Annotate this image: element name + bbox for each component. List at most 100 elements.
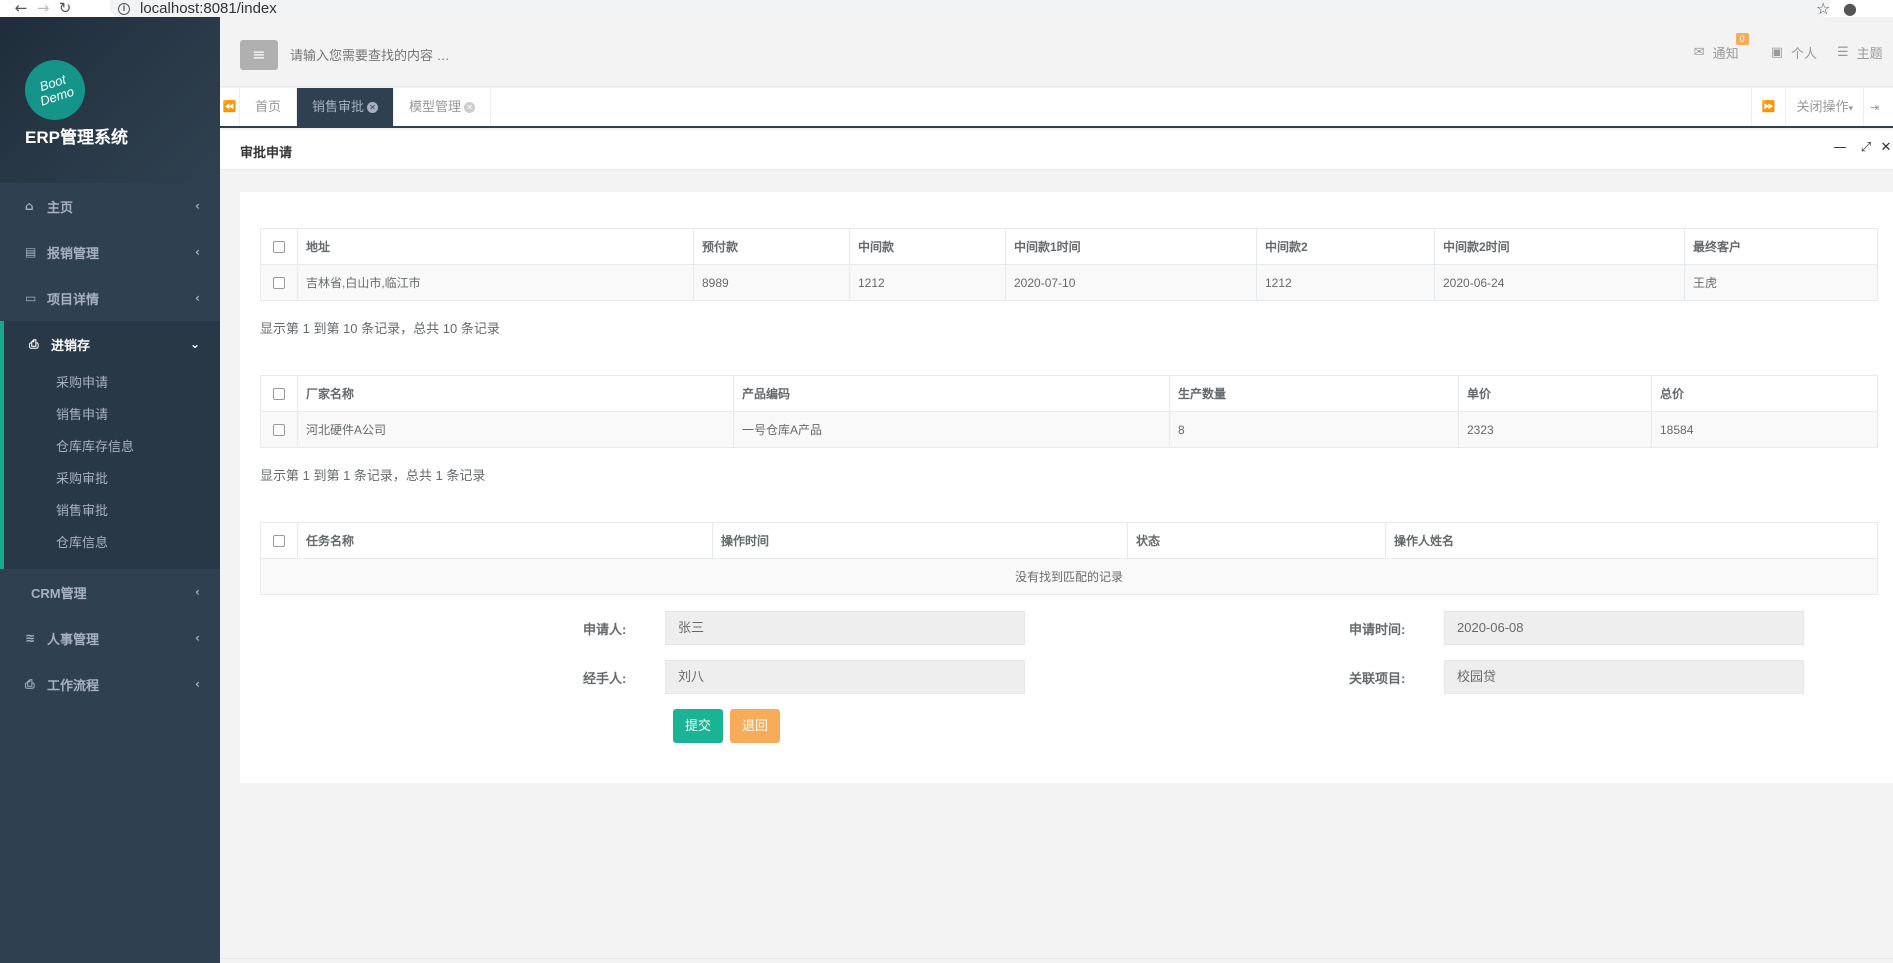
sidebar-item-project[interactable]: ▭ 项目详情 ‹: [0, 275, 220, 321]
sidebar-item-hr[interactable]: ≋ 人事管理 ‹: [0, 615, 220, 661]
tab-label: 模型管理: [409, 99, 462, 114]
tabs: 首页 销售审批 ✕ 模型管理 ✕: [240, 88, 492, 126]
sidebar-item-home[interactable]: ⌂ 主页 ‹: [0, 183, 220, 229]
handler-field[interactable]: 刘八: [665, 660, 1025, 694]
menu-toggle-button[interactable]: ≡: [240, 40, 278, 70]
project-label: 关联项目:: [1349, 671, 1406, 686]
address-bar[interactable]: i localhost:8081/index: [110, 0, 1830, 17]
sidebar-item-label: 人事管理: [47, 631, 100, 647]
column-header[interactable]: 操作时间: [712, 522, 1128, 559]
table-row: 没有找到匹配的记录: [260, 558, 1878, 595]
column-header[interactable]: 任务名称: [297, 522, 713, 559]
sidebar-item-label: 主页: [47, 199, 74, 215]
table-cell: 一号仓库A产品: [733, 411, 1170, 448]
pagination-info: 显示第 1 到第 1 条记录，总共 1 条记录: [260, 468, 486, 483]
info-icon[interactable]: i: [118, 2, 130, 15]
panel-header: 审批申请 — ⤢ ✕: [220, 130, 1893, 170]
submenu-warehouse-info[interactable]: 仓库信息: [4, 527, 220, 559]
table-header-row: 地址 预付款 中间款 中间款1时间 中间款2 中间款2时间 最终客户: [260, 228, 1878, 265]
submenu-sales-approval[interactable]: 销售审批: [4, 495, 220, 527]
sidebar-item-crm[interactable]: CRM管理 ‹: [0, 569, 220, 615]
table-cell: 王虎: [1684, 264, 1878, 301]
column-header[interactable]: 最终客户: [1684, 228, 1878, 265]
tab-model-management[interactable]: 模型管理 ✕: [394, 88, 492, 126]
print-icon: ⎙: [25, 676, 35, 691]
apply-time-field[interactable]: 2020-06-08: [1444, 611, 1804, 645]
tab-label: 销售审批: [312, 99, 365, 114]
sidebar-item-reimbursement[interactable]: ▤ 报销管理 ‹: [0, 229, 220, 275]
close-icon[interactable]: ✕: [464, 102, 476, 114]
select-all-checkbox[interactable]: [260, 375, 298, 412]
sidebar-menu: ⌂ 主页 ‹ ▤ 报销管理 ‹ ▭ 项目详情 ‹ ⎙ 进销存 ⌄: [0, 183, 220, 367]
table-row[interactable]: 河北硬件A公司 一号仓库A产品 8 2323 18584: [260, 411, 1878, 448]
sidebar-item-label: 工作流程: [47, 677, 100, 693]
column-header[interactable]: 总价: [1651, 375, 1878, 412]
table-cell: 8989: [693, 264, 850, 301]
panel-tools: — ⤢ ✕: [1827, 140, 1893, 155]
return-button[interactable]: 退回: [730, 709, 781, 743]
top-links: ✉ 通知 0 ▣ 个人 ☰ 主题: [1694, 17, 1893, 87]
column-header[interactable]: 厂家名称: [297, 375, 734, 412]
expand-icon[interactable]: ⤢: [1853, 140, 1879, 155]
submenu-purchase-approval[interactable]: 采购审批: [4, 463, 220, 495]
sidebar: Boot Demo ERP管理系统 ⌂ 主页 ‹ ▤ 报销管理 ‹ ▭ 项目详情…: [0, 17, 220, 963]
table-header-row: 厂家名称 产品编码 生产数量 单价 总价: [260, 375, 1878, 412]
envelope-icon: ✉: [1693, 44, 1705, 60]
back-arrow-icon[interactable]: ←: [10, 0, 32, 17]
sidebar-menu-lower: CRM管理 ‹ ≋ 人事管理 ‹ ⎙ 工作流程 ‹: [0, 569, 220, 707]
search-input[interactable]: [290, 42, 790, 68]
sidebar-item-label: 项目详情: [47, 291, 100, 307]
table-header-row: 任务名称 操作时间 状态 操作人姓名: [260, 522, 1878, 559]
tab-scroll-right-button[interactable]: ⏩: [1750, 88, 1786, 126]
column-header[interactable]: 操作人姓名: [1385, 522, 1878, 559]
row-checkbox[interactable]: [260, 411, 298, 448]
submenu-sales-apply[interactable]: 销售申请: [4, 399, 220, 431]
column-header[interactable]: 生产数量: [1169, 375, 1459, 412]
id-card-icon: ▣: [1770, 44, 1783, 60]
star-icon[interactable]: ☆: [1816, 0, 1830, 17]
submit-button[interactable]: 提交: [673, 709, 724, 743]
apply-time-label: 申请时间:: [1349, 622, 1406, 637]
table-cell: 1212: [849, 264, 1006, 301]
forward-arrow-icon[interactable]: →: [32, 0, 54, 17]
close-operations-dropdown[interactable]: 关闭操作▾: [1785, 88, 1863, 126]
handler-label: 经手人:: [583, 671, 627, 686]
table-cell: 2323: [1458, 411, 1652, 448]
theme-link[interactable]: ☰ 主题: [1837, 43, 1893, 62]
product-table: 厂家名称 产品编码 生产数量 单价 总价 河北硬件A公司 一号仓库A产品 8 2…: [260, 375, 1878, 448]
project-field[interactable]: 校园贷: [1444, 660, 1804, 694]
notify-link[interactable]: ✉ 通知 0: [1693, 32, 1749, 62]
list-icon: ☰: [1837, 44, 1849, 60]
inventory-submenu: 采购申请 销售申请 仓库库存信息 采购审批 销售审批 仓库信息: [0, 367, 220, 569]
column-header[interactable]: 中间款: [849, 228, 1006, 265]
column-header[interactable]: 中间款2: [1256, 228, 1435, 265]
submenu-purchase-apply[interactable]: 采购申请: [4, 367, 220, 399]
submenu-warehouse-stock[interactable]: 仓库库存信息: [4, 431, 220, 463]
column-header[interactable]: 单价: [1458, 375, 1652, 412]
select-all-checkbox[interactable]: [260, 228, 298, 265]
column-header[interactable]: 地址: [297, 228, 694, 265]
column-header[interactable]: 中间款2时间: [1434, 228, 1685, 265]
tab-home[interactable]: 首页: [240, 88, 298, 126]
table-row[interactable]: 吉林省,白山市,临江市 8989 1212 2020-07-10 1212 20…: [260, 264, 1878, 301]
tab-sales-approval[interactable]: 销售审批 ✕: [297, 88, 395, 126]
personal-link[interactable]: ▣ 个人: [1771, 43, 1817, 62]
chevron-left-icon: ‹: [195, 291, 200, 305]
close-icon[interactable]: ✕: [1879, 140, 1893, 155]
minimize-icon[interactable]: —: [1827, 140, 1853, 155]
row-checkbox[interactable]: [260, 264, 298, 301]
logout-button[interactable]: ⇥退: [1863, 88, 1893, 126]
sidebar-item-workflow[interactable]: ⎙ 工作流程 ‹: [0, 661, 220, 707]
url-text: localhost:8081/index: [140, 0, 277, 17]
sidebar-item-inventory[interactable]: ⎙ 进销存 ⌄: [0, 321, 220, 367]
tab-scroll-left-button[interactable]: ⏪: [220, 88, 240, 126]
column-header[interactable]: 预付款: [693, 228, 850, 265]
column-header[interactable]: 产品编码: [733, 375, 1170, 412]
column-header[interactable]: 状态: [1127, 522, 1386, 559]
close-icon[interactable]: ✕: [367, 102, 379, 114]
column-header[interactable]: 中间款1时间: [1005, 228, 1257, 265]
select-all-checkbox[interactable]: [260, 522, 298, 559]
account-icon[interactable]: ●: [1843, 0, 1857, 17]
reload-icon[interactable]: ↻: [54, 0, 76, 17]
applicant-field[interactable]: 张三: [665, 611, 1025, 645]
